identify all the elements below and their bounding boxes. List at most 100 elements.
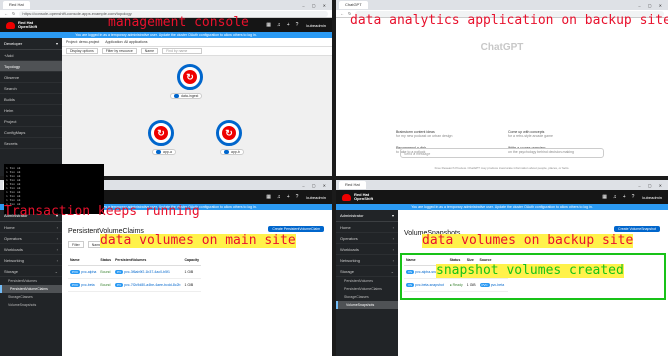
nav-configmaps[interactable]: ConfigMaps <box>0 127 62 138</box>
nav-operators[interactable]: Operators › <box>336 233 398 244</box>
topology-node-data-ingest[interactable]: ↻ <box>177 64 203 90</box>
perspective-switcher[interactable]: Administrator ▾ <box>336 210 398 222</box>
nav-project[interactable]: Project <box>0 116 62 127</box>
nav-networking[interactable]: Networking › <box>0 255 62 266</box>
nav-volumesnapshots[interactable]: VolumeSnapshots <box>0 301 62 309</box>
help-icon[interactable]: ? <box>632 194 635 200</box>
pv-link[interactable]: pvc-7f2c9d80-a4be-4aee-bcdd-8c2b <box>124 283 180 287</box>
pv-badge: PV <box>115 270 124 274</box>
nav-operators[interactable]: Operators › <box>0 233 62 244</box>
pvc-name-link[interactable]: pvc-beta <box>81 283 94 287</box>
nav-builds[interactable]: Builds <box>0 94 62 105</box>
nav-persistentvolumes[interactable]: PersistentVolumes <box>0 277 62 285</box>
nav-networking[interactable]: Networking › <box>336 255 398 266</box>
brand-line2: OpenShift <box>354 196 374 201</box>
topology-toolbar: Display options Filter by resource Name … <box>62 47 332 56</box>
openshift-logo[interactable]: Red HatOpenShift <box>342 193 373 201</box>
display-options-dropdown[interactable]: Display options <box>66 48 98 54</box>
status-badge: Bound <box>98 265 114 279</box>
openshift-logo[interactable]: Red HatOpenShift <box>6 21 37 29</box>
apps-grid-icon[interactable]: ▦ <box>266 22 271 28</box>
plus-icon[interactable]: + <box>287 22 290 28</box>
nav-storage[interactable]: Storage ⌄ <box>336 266 398 277</box>
caption-management-console: management console <box>108 15 249 30</box>
pvc-name-link[interactable]: pvc-alpha <box>81 270 96 274</box>
bell-icon[interactable]: ♫ <box>613 194 617 200</box>
redhat-hat-icon <box>342 193 351 201</box>
help-icon[interactable]: ? <box>296 194 299 200</box>
nav-search[interactable]: Search <box>0 83 62 94</box>
nav-storage[interactable]: Storage ⌄ <box>0 266 62 277</box>
pv-link[interactable]: pvc-3f6ab9f2-1b37-4ac0-b5f1 <box>124 270 170 274</box>
create-snapshot-button[interactable]: Create VolumeSnapshot <box>614 226 660 232</box>
plus-icon[interactable]: + <box>287 194 290 200</box>
nav-volumesnapshots[interactable]: VolumeSnapshots <box>336 301 398 309</box>
pvc-badge: PVC <box>70 270 81 274</box>
browser-tab[interactable]: Red Hat <box>339 181 366 189</box>
table-row: PVC pvc-alpha Bound PV pvc-3f6ab9f2-1b37-4… <box>68 265 202 279</box>
suggestion-card[interactable]: Come up with concepts for a retro-style a… <box>508 130 608 138</box>
window-controls[interactable]: – ▢ ✕ <box>638 183 665 188</box>
console-body: Administrator ▾ Home › Operators › Workload… <box>0 210 332 356</box>
pvc-main: PersistentVolumeClaims Create Persistent… <box>62 210 332 356</box>
nav-add[interactable]: +Add <box>0 50 62 61</box>
node-label-app-b: app-b <box>220 149 244 156</box>
caption-transaction-running: Transaction keeps running <box>4 204 200 219</box>
brand-line2: OpenShift <box>18 24 38 29</box>
sidebar: Administrator ▾ Home › Operators › Workload… <box>0 210 62 356</box>
nav-storageclasses[interactable]: StorageClasses <box>0 293 62 301</box>
nav-home[interactable]: Home › <box>0 222 62 233</box>
bell-icon[interactable]: ♫ <box>277 194 281 200</box>
window-controls[interactable]: – ▢ ✕ <box>302 3 329 8</box>
nav-topology[interactable]: Topology <box>0 61 62 72</box>
reload-icon[interactable]: ↻ <box>12 11 15 16</box>
filter-dropdown[interactable]: Filter <box>68 241 84 248</box>
chevron-down-icon: ▾ <box>55 41 58 46</box>
window-controls[interactable]: – ▢ ✕ <box>302 183 329 188</box>
nav-persistentvolumeclaims[interactable]: PersistentVolumeClaims <box>336 285 398 293</box>
pv-badge: PV <box>115 283 124 287</box>
topology-node-app-b[interactable]: ↻ <box>216 120 242 146</box>
plus-icon[interactable]: + <box>623 194 626 200</box>
nav-secrets[interactable]: Secrets <box>0 138 62 149</box>
col-capacity[interactable]: Capacity <box>182 255 202 266</box>
application-selector[interactable]: Application: All applications <box>105 40 147 44</box>
col-status[interactable]: Status <box>98 255 114 266</box>
col-name[interactable]: Name <box>68 255 99 266</box>
col-pv[interactable]: PersistentVolumes <box>113 255 183 266</box>
bell-icon[interactable]: ♫ <box>277 22 281 28</box>
nav-workloads[interactable]: Workloads › <box>0 244 62 255</box>
nav-observe[interactable]: Observe <box>0 72 62 83</box>
node-label-data-ingest: data-ingest <box>170 93 203 100</box>
user-menu[interactable]: kubeadmin <box>306 23 326 28</box>
user-menu[interactable]: kubeadmin <box>642 195 662 200</box>
message-input[interactable]: Send a message <box>400 148 604 158</box>
find-by-name-input[interactable]: Find by name <box>162 48 203 54</box>
chat-footer: Free Research Preview. ChatGPT may produ… <box>434 166 570 170</box>
browser-tab-bar: ChatGPT – ▢ ✕ <box>336 0 668 10</box>
apps-grid-icon[interactable]: ▦ <box>602 194 607 200</box>
nav-workloads[interactable]: Workloads › <box>336 244 398 255</box>
window-controls[interactable]: – ▢ ✕ <box>638 3 665 8</box>
browser-tab[interactable]: Red Hat <box>3 1 30 9</box>
user-menu[interactable]: kubeadmin <box>306 195 326 200</box>
create-pvc-button[interactable]: Create PersistentVolumeClaim <box>268 226 324 232</box>
help-icon[interactable]: ? <box>296 22 299 28</box>
redhat-hat-icon <box>6 21 15 29</box>
project-selector[interactable]: Project: demo-project <box>66 40 99 44</box>
back-icon[interactable]: ← <box>4 11 8 16</box>
nav-helm[interactable]: Helm <box>0 105 62 116</box>
nav-persistentvolumes[interactable]: PersistentVolumes <box>336 277 398 285</box>
browser-tab[interactable]: ChatGPT <box>339 1 368 9</box>
back-icon[interactable]: ← <box>340 11 344 16</box>
nav-home[interactable]: Home › <box>336 222 398 233</box>
perspective-switcher[interactable]: Developer ▾ <box>0 38 62 50</box>
browser-tab-bar: Red Hat – ▢ ✕ <box>0 0 332 10</box>
topology-node-app-a[interactable]: ↻ <box>148 120 174 146</box>
nav-persistentvolumeclaims[interactable]: PersistentVolumeClaims <box>0 285 62 293</box>
filter-resource-dropdown[interactable]: Filter by resource <box>101 48 137 54</box>
apps-grid-icon[interactable]: ▦ <box>266 194 271 200</box>
suggestion-card[interactable]: Brainstorm content ideas for my new podca… <box>396 130 496 138</box>
nav-storageclasses[interactable]: StorageClasses <box>336 293 398 301</box>
name-filter-dropdown[interactable]: Name <box>140 48 159 54</box>
